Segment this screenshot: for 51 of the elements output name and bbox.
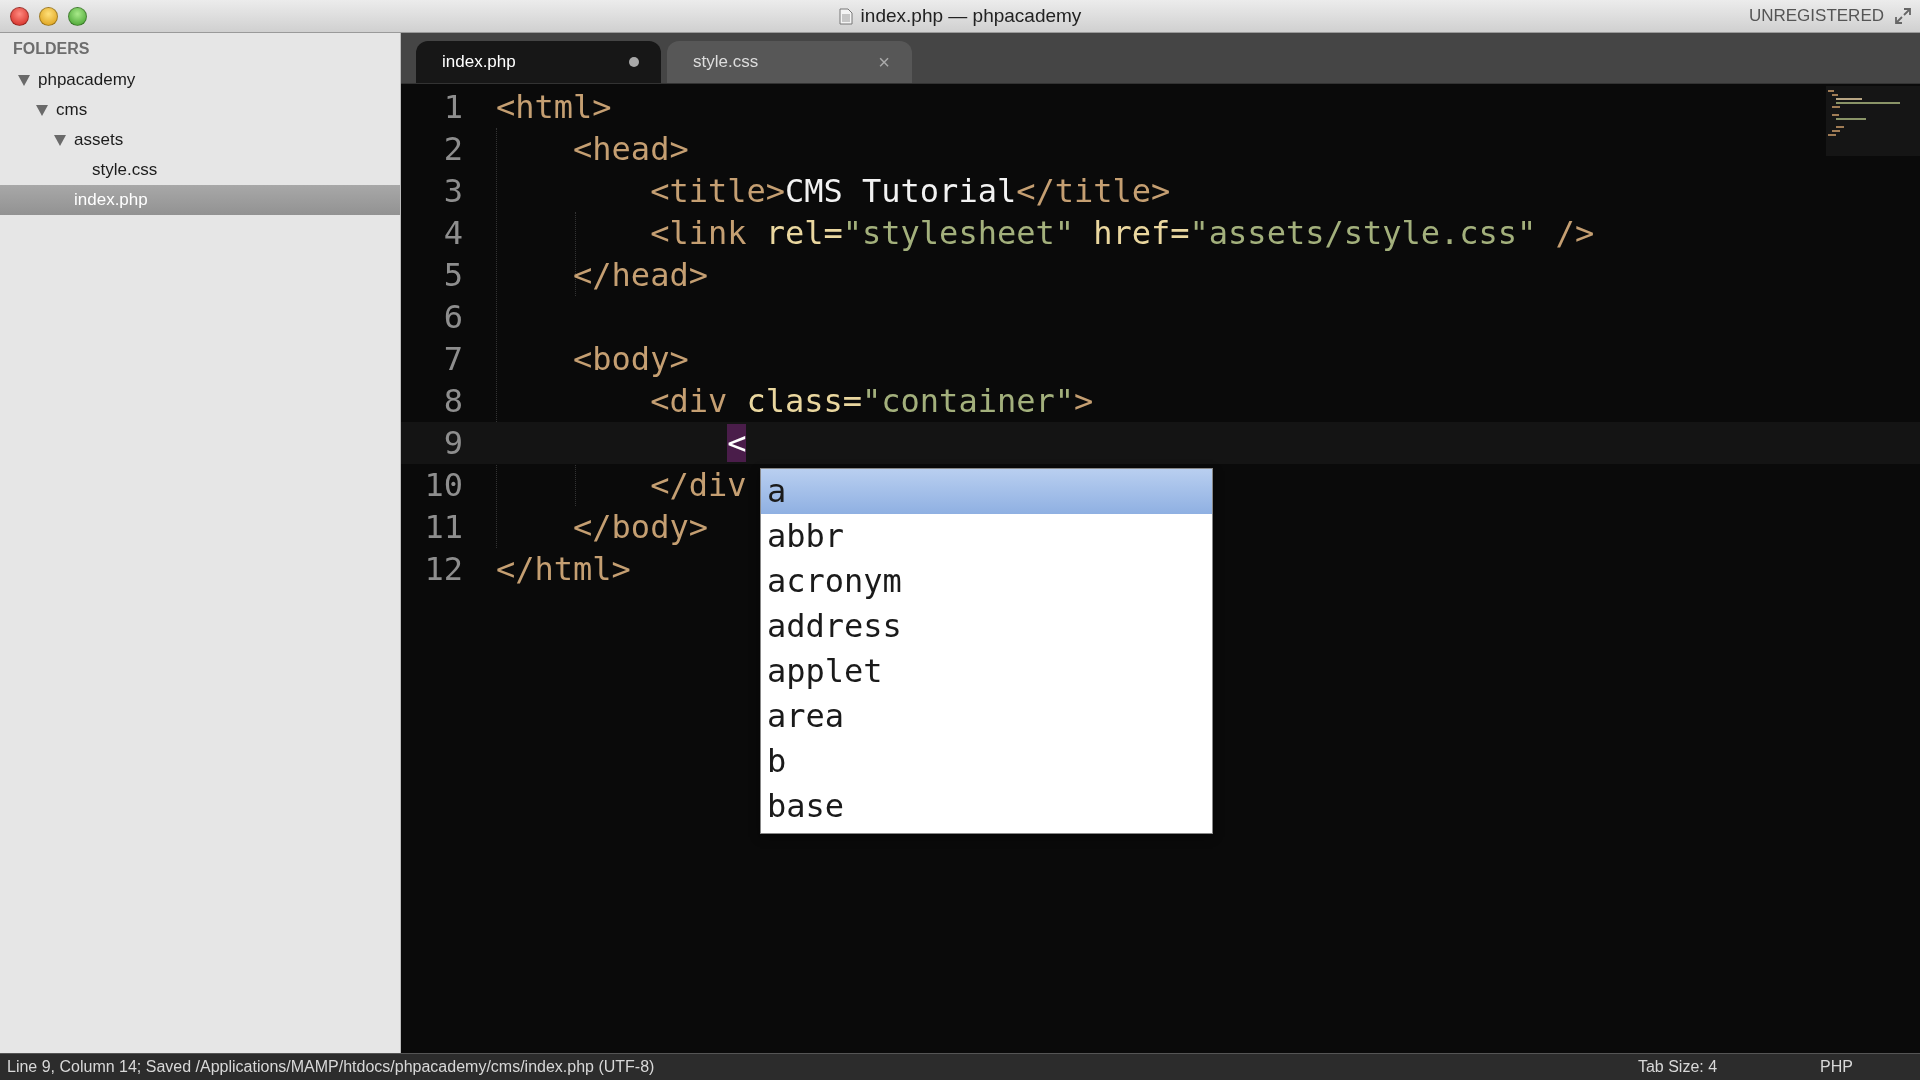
file-tab[interactable]: style.css × xyxy=(667,41,912,83)
fullscreen-icon[interactable] xyxy=(1894,7,1912,25)
line-number: 2 xyxy=(442,130,463,168)
suggestion-item[interactable]: area xyxy=(761,694,1212,739)
suggestion-item[interactable]: address xyxy=(761,604,1212,649)
minimize-button[interactable] xyxy=(39,6,58,26)
code-line: </body> xyxy=(572,508,708,546)
suggestion-item[interactable]: a xyxy=(761,469,1212,514)
disclosure-triangle-icon[interactable] xyxy=(36,104,48,116)
folder-item[interactable]: cms xyxy=(56,100,88,120)
line-number: 11 xyxy=(423,508,463,546)
unregistered-label: UNREGISTERED xyxy=(1748,6,1884,26)
suggestion-item[interactable]: applet xyxy=(761,649,1212,694)
folder-item[interactable]: assets xyxy=(74,130,124,150)
line-number: 4 xyxy=(442,214,463,252)
code-line: <title>CMS Tutorial</title> xyxy=(649,172,1171,210)
code-line: </html> xyxy=(496,550,631,588)
line-number: 7 xyxy=(442,340,463,378)
code-line: </div xyxy=(649,466,747,504)
code-line: </head> xyxy=(572,256,708,294)
suggestion-item[interactable]: b xyxy=(761,739,1212,784)
line-number: 1 xyxy=(442,88,463,126)
disclosure-triangle-icon[interactable] xyxy=(18,74,30,86)
disclosure-triangle-icon[interactable] xyxy=(54,134,66,146)
file-item[interactable]: style.css xyxy=(92,160,158,180)
code-line: <link rel="stylesheet" href="assets/style.css" /> xyxy=(649,214,1595,252)
document-icon xyxy=(838,7,853,25)
code-line: <div class="container"> xyxy=(649,382,1094,420)
file-tab[interactable]: index.php xyxy=(416,41,661,83)
suggestion-item[interactable]: abbr xyxy=(761,514,1212,559)
line-number: 10 xyxy=(423,466,463,504)
code-line: <head> xyxy=(572,130,689,168)
line-number: 8 xyxy=(442,382,463,420)
minimap-drawing[interactable] xyxy=(1826,86,1920,156)
code-line: <html> xyxy=(496,88,612,126)
line-number: 3 xyxy=(442,172,463,210)
line-number: 9 xyxy=(442,424,463,462)
line-number: 6 xyxy=(442,298,463,336)
status-message: Line 9, Column 14; Saved /Applications/MAMP/htdocs/phpacademy/cms/index.php (UTF-8) xyxy=(7,1058,655,1076)
close-button[interactable] xyxy=(10,6,29,26)
line-number: 12 xyxy=(423,550,463,588)
zoom-button[interactable] xyxy=(68,6,87,26)
syntax-label[interactable]: PHP xyxy=(1820,1058,1853,1076)
suggestion-item[interactable]: base xyxy=(761,784,1212,829)
tab-size-label[interactable]: Tab Size: 4 xyxy=(1637,1058,1718,1076)
line-number: 5 xyxy=(442,256,463,294)
folders-heading: FOLDERS xyxy=(13,40,90,58)
suggestion-item[interactable]: acronym xyxy=(761,559,1212,604)
folder-item[interactable]: phpacademy xyxy=(38,70,136,90)
code-line: <body> xyxy=(572,340,689,378)
window-title: index.php — phpacademy xyxy=(860,5,1082,27)
